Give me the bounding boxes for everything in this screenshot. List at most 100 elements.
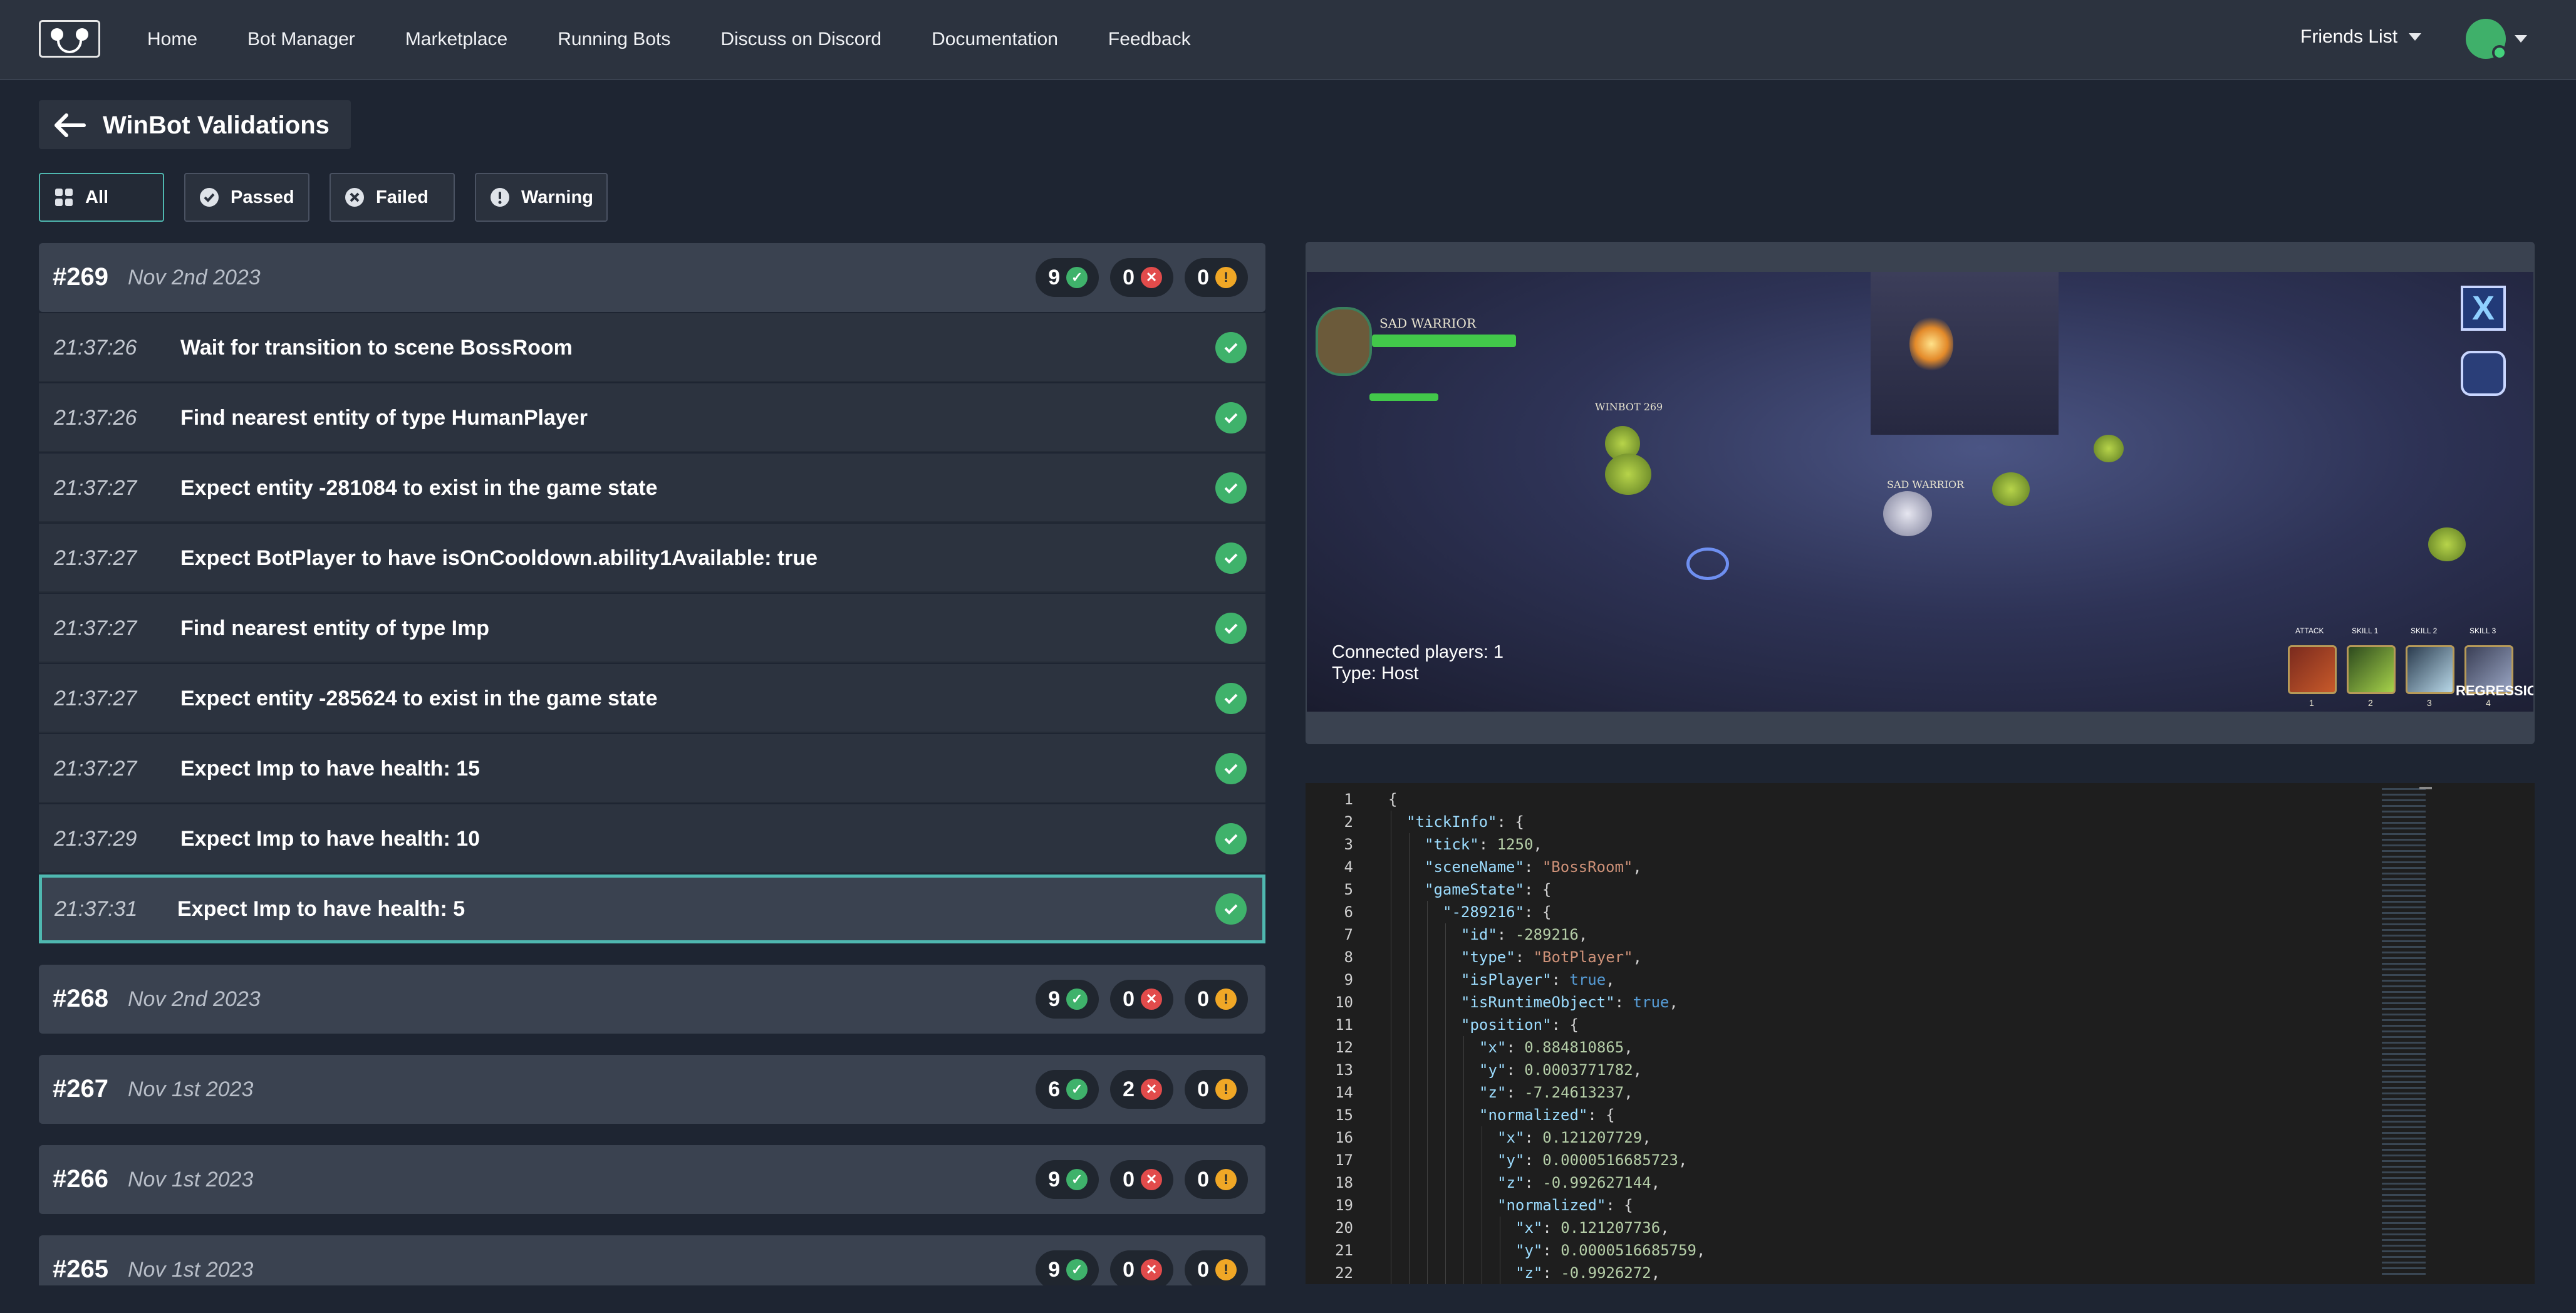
regression-label: REGRESSION: [2456, 683, 2533, 698]
step-row[interactable]: 21:37:27 Expect entity -285624 to exist …: [39, 664, 1265, 733]
indent-guide: [1463, 1036, 1464, 1284]
skill-2-icon[interactable]: [2406, 645, 2454, 694]
filter-tab-all[interactable]: All: [39, 173, 164, 222]
code-token: ,: [1633, 1061, 1643, 1079]
warning-count: 0: [1197, 265, 1209, 289]
step-row[interactable]: 21:37:26 Wait for transition to scene Bo…: [39, 313, 1265, 382]
step-row[interactable]: 21:37:26 Find nearest entity of type Hum…: [39, 383, 1265, 452]
connection-status: Connected players: 1 Type: Host: [1332, 641, 1504, 684]
run-row-266[interactable]: #266 Nov 1st 2023 9 ✓ 0 ✕ 0!: [39, 1145, 1265, 1214]
code-token: "x": [1497, 1129, 1525, 1146]
grid-icon: [54, 187, 74, 207]
run-date: Nov 2nd 2023: [128, 266, 261, 289]
nav-links: Home Bot Manager Marketplace Running Bot…: [147, 0, 1191, 79]
warrior-character: [1883, 491, 1932, 536]
run-date: Nov 1st 2023: [128, 1077, 254, 1101]
chevron-down-icon[interactable]: [2515, 35, 2527, 43]
code-line: 10 "isRuntimeObject": true,: [1306, 991, 2371, 1014]
x-icon: ✕: [1141, 1169, 1163, 1190]
nav-link-marketplace[interactable]: Marketplace: [405, 29, 507, 50]
line-number: 3: [1344, 836, 1353, 853]
editor-minimap[interactable]: [2382, 788, 2426, 1277]
nav-link-running-bots[interactable]: Running Bots: [558, 29, 670, 50]
code-token: "z": [1479, 1084, 1507, 1101]
code-token: 0.0000516685759: [1561, 1242, 1697, 1259]
failed-count-badge: 0 ✕: [1110, 980, 1174, 1019]
code-token: "normalized": [1497, 1196, 1606, 1214]
code-token: :: [1506, 1061, 1525, 1079]
code-token: ,: [1578, 926, 1588, 943]
friends-list-dropdown[interactable]: Friends List: [2300, 26, 2422, 48]
failed-count: 0: [1123, 987, 1135, 1011]
code-line: 11 "position": {: [1306, 1014, 2371, 1036]
filter-tab-warning[interactable]: Warning: [475, 173, 608, 222]
skill-attack-icon[interactable]: [2288, 645, 2337, 694]
sound-settings-icon[interactable]: [2461, 351, 2506, 396]
line-number: 4: [1344, 858, 1353, 876]
nav-link-bot-manager[interactable]: Bot Manager: [247, 29, 355, 50]
step-row[interactable]: 21:37:27 Expect entity -281084 to exist …: [39, 454, 1265, 522]
filter-tab-failed[interactable]: Failed: [330, 173, 455, 222]
target-ring: [1686, 548, 1729, 580]
filter-tab-label: Failed: [376, 187, 428, 207]
code-line: 3 "tick": 1250,: [1306, 833, 2371, 856]
filter-tab-label: Warning: [521, 187, 593, 207]
winbot-logo[interactable]: [39, 20, 100, 58]
check-circle-icon: [1215, 753, 1247, 784]
arrow-left-icon[interactable]: [51, 113, 86, 138]
warning-count: 0: [1197, 987, 1209, 1011]
step-description: Expect entity -285624 to exist in the ga…: [180, 687, 658, 710]
connected-players-text: Connected players: 1: [1332, 642, 1504, 662]
code-token: :: [1478, 836, 1497, 853]
logo-eye-right: [76, 28, 88, 41]
code-line: 19 "normalized": {: [1306, 1194, 2371, 1217]
step-row[interactable]: 21:37:27 Find nearest entity of type Imp: [39, 594, 1265, 663]
step-row-selected[interactable]: 21:37:31 Expect Imp to have health: 5: [39, 874, 1265, 943]
code-token: -0.992627144: [1542, 1174, 1651, 1191]
code-token: ,: [1624, 1084, 1633, 1101]
logo-eye-left: [51, 28, 63, 41]
filter-tab-passed[interactable]: Passed: [184, 173, 309, 222]
step-time: 21:37:27: [54, 687, 137, 710]
code-token: :: [1524, 1174, 1543, 1191]
game-state-json-editor[interactable]: 1{2 "tickInfo": {3 "tick": 1250, 4 "sceneNam…: [1306, 783, 2535, 1284]
code-token: 1250: [1497, 836, 1534, 853]
step-row[interactable]: 21:37:27 Expect Imp to have health: 15: [39, 734, 1265, 803]
code-token: ,: [1660, 1219, 1670, 1237]
filter-tab-label: Passed: [231, 187, 294, 207]
hero-name: SAD WARRIOR: [1379, 316, 1477, 331]
enemy-name-label: SAD WARRIOR: [1887, 479, 1965, 490]
line-number: 14: [1335, 1084, 1353, 1101]
hero-health-bar: [1372, 335, 1516, 347]
step-row[interactable]: 21:37:27 Expect BotPlayer to have isOnCo…: [39, 524, 1265, 593]
run-row-269[interactable]: #269 Nov 2nd 2023 9 ✓ 0 ✕ 0!: [39, 243, 1265, 312]
nav-link-documentation[interactable]: Documentation: [932, 29, 1058, 50]
step-row[interactable]: 21:37:29 Expect Imp to have health: 10: [39, 804, 1265, 873]
warning-count: 0: [1197, 1257, 1209, 1282]
failed-count: 0: [1123, 265, 1135, 289]
passed-count: 9: [1048, 265, 1061, 289]
nav-link-discord[interactable]: Discuss on Discord: [720, 29, 881, 50]
run-row-267[interactable]: #267 Nov 1st 2023 6 ✓ 2 ✕ 0!: [39, 1055, 1265, 1124]
line-number: 8: [1344, 948, 1353, 966]
failed-count: 2: [1123, 1077, 1135, 1101]
code-token: ,: [1606, 971, 1615, 989]
code-token: :: [1614, 994, 1633, 1011]
code-line: 22 "z": -0.9926272,: [1306, 1262, 2371, 1284]
run-id: #267: [53, 1075, 108, 1103]
line-number: 12: [1335, 1039, 1353, 1056]
step-description: Expect Imp to have health: 10: [180, 827, 480, 851]
run-badges: 9 ✓ 0 ✕ 0!: [1036, 980, 1248, 1019]
run-row-265[interactable]: #265 Nov 1st 2023 9 ✓ 0 ✕ 0!: [39, 1235, 1265, 1285]
indent-guide: [1445, 923, 1446, 1284]
code-token: -7.24613237: [1524, 1084, 1624, 1101]
run-row-268[interactable]: #268 Nov 2nd 2023 9 ✓ 0 ✕ 0!: [39, 965, 1265, 1034]
passed-count-badge: 6 ✓: [1036, 1070, 1099, 1109]
nav-link-feedback[interactable]: Feedback: [1108, 29, 1191, 50]
close-game-button[interactable]: X: [2461, 286, 2506, 331]
nav-link-home[interactable]: Home: [147, 29, 197, 50]
code-token: : {: [1524, 881, 1552, 898]
skill-1-icon[interactable]: [2347, 645, 2396, 694]
dungeon-pillar: [1871, 272, 2059, 435]
page-header: WinBot Validations: [39, 100, 351, 149]
